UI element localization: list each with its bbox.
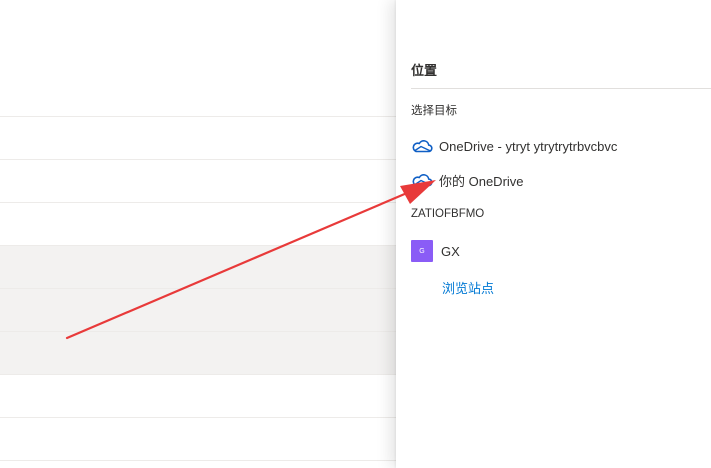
site-item-gx[interactable]: G GX	[411, 240, 460, 262]
location-label: OneDrive - ytryt ytrytrytrbvcbvc	[439, 138, 618, 154]
list-row[interactable]	[0, 417, 396, 460]
site-label: GX	[441, 243, 460, 259]
location-item-your-onedrive[interactable]: 你的 OneDrive	[411, 169, 524, 191]
background-file-list	[0, 0, 396, 468]
list-row[interactable]	[0, 374, 396, 417]
list-row[interactable]	[0, 460, 396, 468]
site-avatar: G	[411, 240, 433, 262]
app-root: 位置 选择目标 OneDrive - ytryt ytrytrytrbvcbvc…	[0, 0, 711, 468]
list-row-selected[interactable]	[0, 245, 396, 288]
select-target-label: 选择目标	[411, 105, 457, 117]
onedrive-cloud-icon	[411, 172, 433, 188]
list-row-selected[interactable]	[0, 331, 396, 374]
onedrive-cloud-icon	[411, 138, 433, 154]
location-picker-panel: 位置 选择目标 OneDrive - ytryt ytrytrytrbvcbvc…	[396, 0, 711, 468]
title-divider	[411, 88, 711, 89]
location-item-onedrive-business[interactable]: OneDrive - ytryt ytrytrytrbvcbvc	[411, 135, 617, 157]
location-label: 你的 OneDrive	[439, 173, 524, 189]
list-row[interactable]	[0, 116, 396, 159]
panel-title: 位置	[411, 63, 438, 78]
list-row[interactable]	[0, 202, 396, 245]
sites-group-label: ZATIOFBFMO	[411, 208, 485, 220]
browse-sites-link[interactable]: 浏览站点	[442, 278, 494, 297]
list-row-selected[interactable]	[0, 288, 396, 331]
list-row[interactable]	[0, 159, 396, 202]
